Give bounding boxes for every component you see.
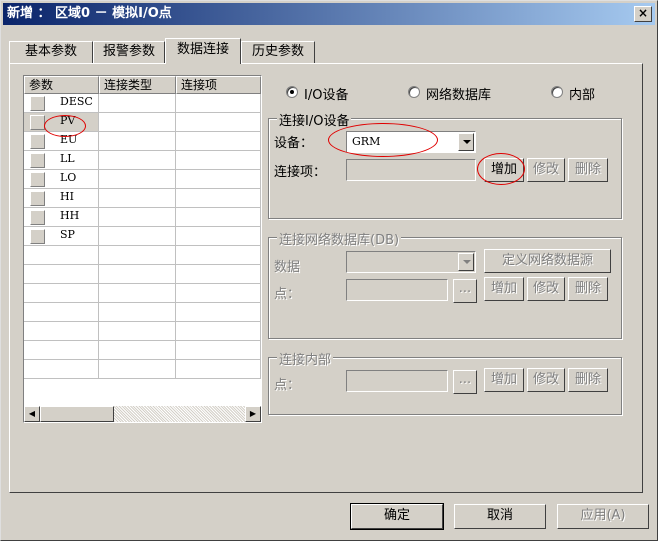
row-checkbox[interactable]	[30, 96, 45, 111]
db-point-field[interactable]	[346, 279, 448, 301]
table-row[interactable]	[24, 322, 261, 341]
table-row[interactable]: HH	[24, 208, 261, 227]
radio-dot-icon	[286, 86, 298, 98]
row-checkbox[interactable]	[30, 153, 45, 168]
horizontal-scrollbar[interactable]: ◀ ▶	[24, 406, 261, 422]
row-label: EU	[60, 133, 78, 146]
tab-data-connection[interactable]: 数据连接	[165, 38, 241, 64]
table-row[interactable]	[24, 341, 261, 360]
list-header: 参数 连接类型 连接项	[24, 76, 261, 94]
row-label: HH	[60, 209, 80, 222]
close-icon[interactable]: ×	[634, 6, 652, 22]
radio-label: 内部	[569, 88, 596, 103]
internal-point-label: 点：	[274, 378, 301, 393]
table-row[interactable]: LL	[24, 151, 261, 170]
row-checkbox[interactable]	[30, 191, 45, 206]
link-item-label: 连接项：	[274, 165, 327, 180]
row-checkbox[interactable]	[30, 134, 45, 149]
db-delete-button[interactable]: 删除	[568, 277, 608, 301]
ok-button[interactable]: 确定	[351, 504, 443, 529]
param-list[interactable]: 参数 连接类型 连接项 DESC PV EU LL LO HI HH SP ◀ ▶	[23, 75, 262, 423]
row-checkbox[interactable]	[30, 210, 45, 225]
tab-history-params[interactable]: 历史参数	[241, 41, 315, 63]
row-checkbox[interactable]	[30, 229, 45, 244]
modify-button[interactable]: 修改	[527, 158, 565, 182]
tab-basic-params[interactable]: 基本参数	[9, 41, 93, 63]
table-row[interactable]: SP	[24, 227, 261, 246]
db-modify-button[interactable]: 修改	[527, 277, 565, 301]
row-label: DESC	[60, 95, 93, 108]
scroll-left-icon[interactable]: ◀	[24, 406, 40, 422]
delete-button[interactable]: 删除	[568, 158, 608, 182]
window-title: 新增 ： 区域0 － 模拟I/O点	[7, 6, 172, 21]
group-title: 连接网络数据库(DB)	[277, 229, 402, 248]
table-row[interactable]	[24, 265, 261, 284]
internal-browse-button[interactable]: ...	[453, 370, 477, 394]
radio-dot-icon	[408, 86, 420, 98]
row-label: LO	[60, 171, 77, 184]
define-db-source-button[interactable]: 定义网络数据源	[484, 249, 611, 273]
db-data-label: 数据	[274, 260, 301, 275]
table-row[interactable]: HI	[24, 189, 261, 208]
group-title: 连接内部	[277, 349, 334, 368]
db-add-button[interactable]: 增加	[484, 277, 524, 301]
table-row[interactable]: EU	[24, 132, 261, 151]
table-row[interactable]: DESC	[24, 94, 261, 113]
add-button[interactable]: 增加	[484, 158, 524, 182]
db-browse-button[interactable]: ...	[453, 279, 477, 303]
dialog-window: 新增 ： 区域0 － 模拟I/O点 × 基本参数 报警参数 数据连接 历史参数 …	[0, 0, 658, 541]
internal-add-button[interactable]: 增加	[484, 368, 524, 392]
group-title: 连接I/O设备	[277, 110, 352, 129]
radio-dot-icon	[551, 86, 563, 98]
table-row[interactable]: PV	[24, 113, 261, 132]
cancel-button[interactable]: 取消	[454, 504, 546, 529]
table-row[interactable]: LO	[24, 170, 261, 189]
row-label: PV	[60, 114, 76, 127]
radio-label: I/O设备	[304, 88, 349, 103]
title-bar: 新增 ： 区域0 － 模拟I/O点 ×	[3, 3, 655, 25]
db-data-select[interactable]	[346, 251, 476, 273]
db-point-label: 点：	[274, 287, 301, 302]
apply-button[interactable]: 应用(A)	[557, 504, 649, 529]
radio-label: 网络数据库	[426, 88, 492, 103]
device-label: 设备：	[274, 136, 314, 151]
chevron-down-icon[interactable]	[458, 253, 474, 271]
internal-delete-button[interactable]: 删除	[568, 368, 608, 392]
internal-point-field[interactable]	[346, 370, 448, 392]
column-header-param[interactable]: 参数	[24, 76, 99, 94]
table-row[interactable]	[24, 360, 261, 379]
table-row[interactable]	[24, 284, 261, 303]
tab-alarm-params[interactable]: 报警参数	[93, 41, 165, 63]
scroll-thumb[interactable]	[40, 406, 114, 422]
column-header-link-item[interactable]: 连接项	[176, 76, 261, 94]
row-label: HI	[60, 190, 74, 203]
internal-modify-button[interactable]: 修改	[527, 368, 565, 392]
scroll-right-icon[interactable]: ▶	[245, 406, 261, 422]
row-checkbox[interactable]	[30, 172, 45, 187]
row-label: LL	[60, 152, 75, 165]
row-label: SP	[60, 228, 75, 241]
table-row[interactable]	[24, 246, 261, 265]
link-item-field[interactable]	[346, 159, 476, 181]
row-checkbox[interactable]	[30, 115, 45, 130]
table-row[interactable]	[24, 303, 261, 322]
device-select[interactable]: GRM	[346, 131, 476, 153]
chevron-down-icon[interactable]	[458, 133, 474, 151]
column-header-link-type[interactable]: 连接类型	[99, 76, 176, 94]
device-value: GRM	[352, 135, 381, 148]
